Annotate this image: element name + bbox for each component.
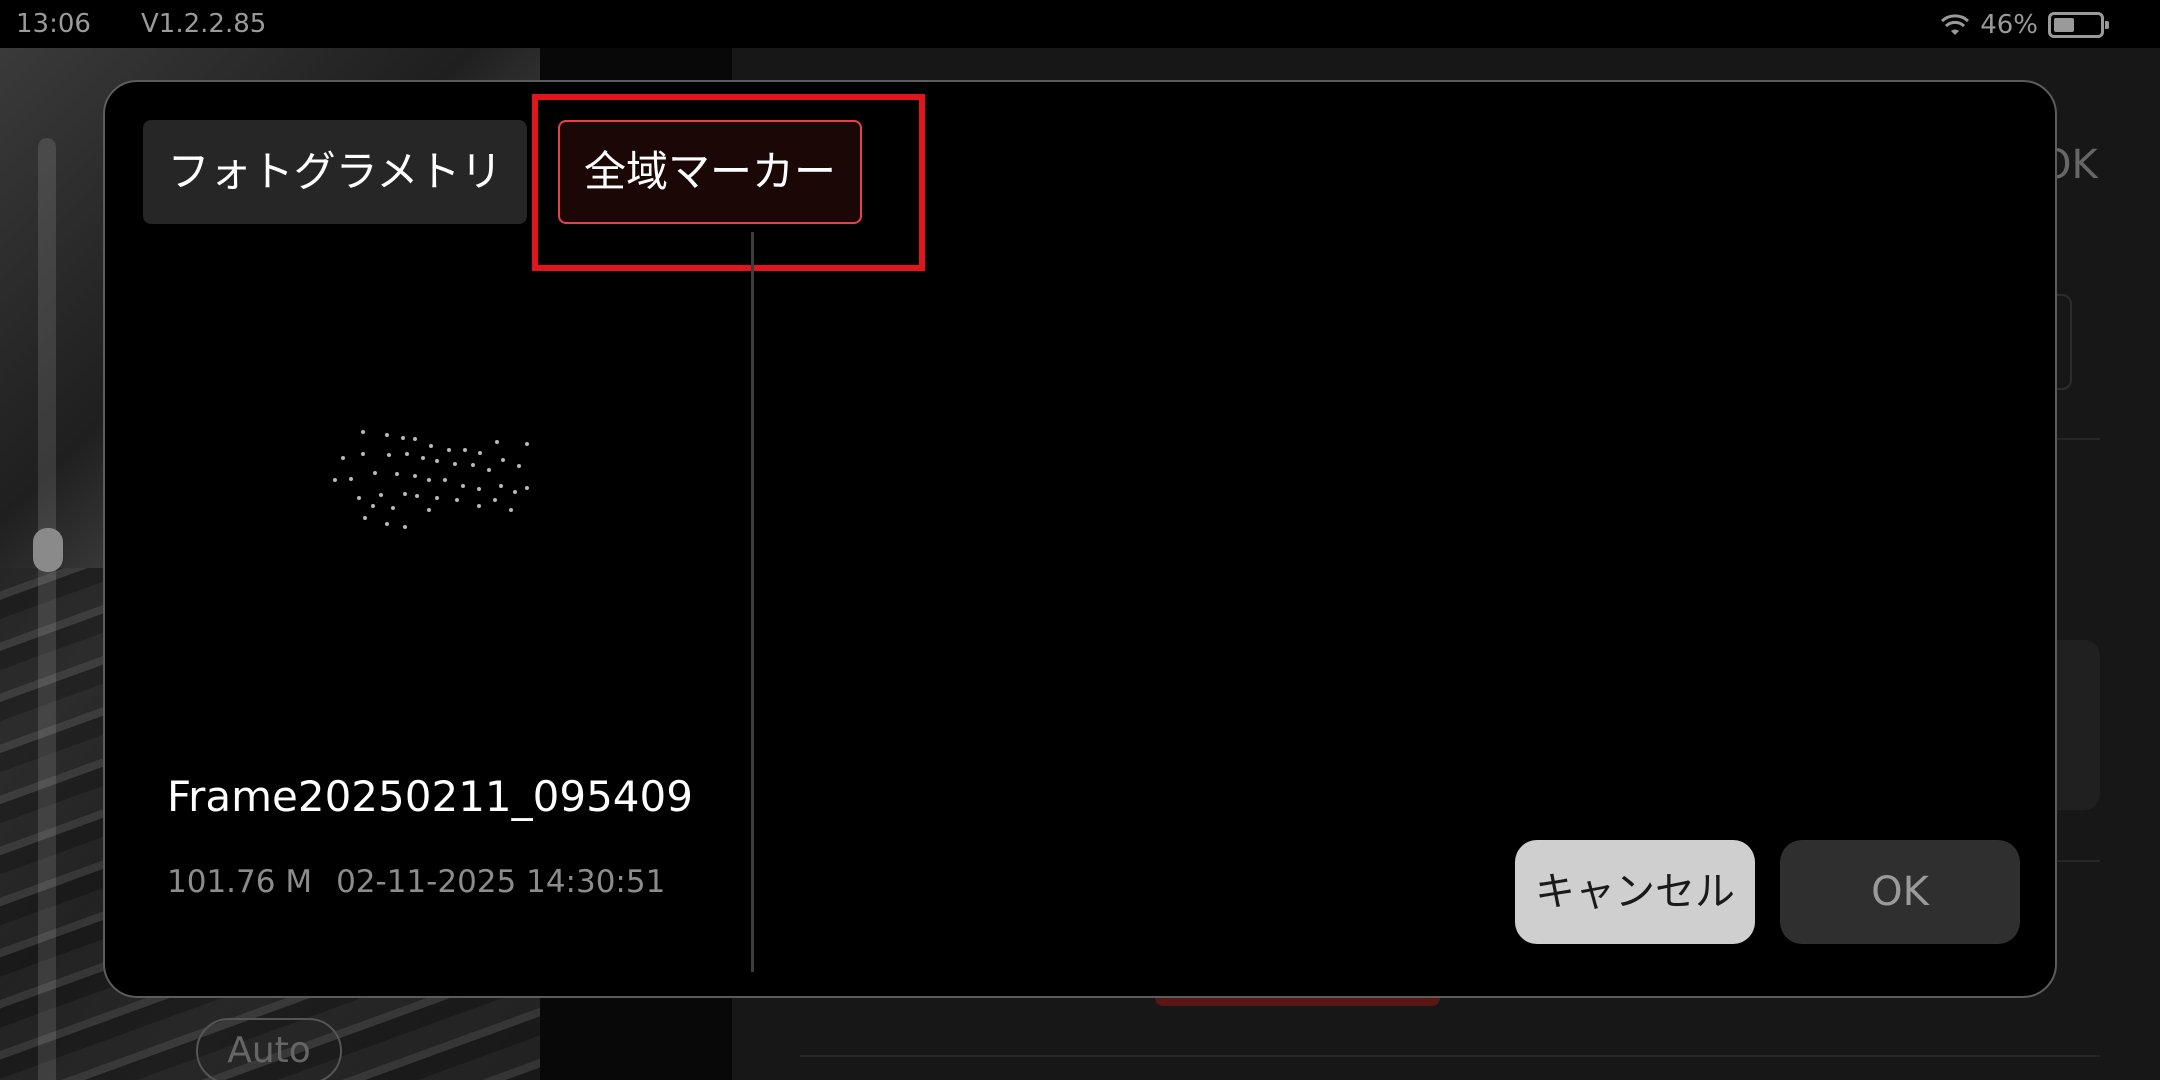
tab-photogrammetry[interactable]: フォトグラメトリ bbox=[143, 120, 527, 224]
background-slider-knob bbox=[33, 528, 63, 572]
cancel-button[interactable]: キャンセル bbox=[1515, 840, 1755, 944]
frame-date: 02-11-2025 14:30:51 bbox=[336, 864, 666, 900]
battery-icon bbox=[2048, 12, 2109, 38]
point-cloud-preview bbox=[333, 430, 529, 529]
screen: 13:06 V1.2.2.85 46% Auto OK フォトグラメトリ 全域マ… bbox=[0, 0, 2160, 1080]
marker-points bbox=[333, 430, 529, 529]
wifi-icon bbox=[1941, 14, 1970, 35]
tab-global-markers[interactable]: 全域マーカー bbox=[558, 120, 862, 224]
background-auto-button: Auto bbox=[196, 1018, 342, 1080]
project-select-dialog: フォトグラメトリ 全域マーカー Frame20250211_095409 101… bbox=[103, 80, 2057, 998]
ok-button[interactable]: OK bbox=[1780, 840, 2020, 944]
frame-meta: 101.76 M 02-11-2025 14:30:51 bbox=[167, 864, 665, 900]
status-time: 13:06 bbox=[16, 9, 91, 39]
frame-size: 101.76 M bbox=[167, 864, 313, 900]
background-divider bbox=[800, 1055, 2100, 1057]
battery-level bbox=[2054, 18, 2074, 32]
background-slider-track bbox=[38, 138, 56, 1080]
status-bar: 13:06 V1.2.2.85 46% bbox=[0, 0, 2160, 48]
frame-name: Frame20250211_095409 bbox=[167, 772, 693, 821]
battery-percent: 46% bbox=[1980, 10, 2038, 40]
app-version: V1.2.2.85 bbox=[141, 9, 267, 39]
status-indicators: 46% bbox=[1940, 8, 2109, 42]
panel-divider bbox=[751, 232, 754, 972]
